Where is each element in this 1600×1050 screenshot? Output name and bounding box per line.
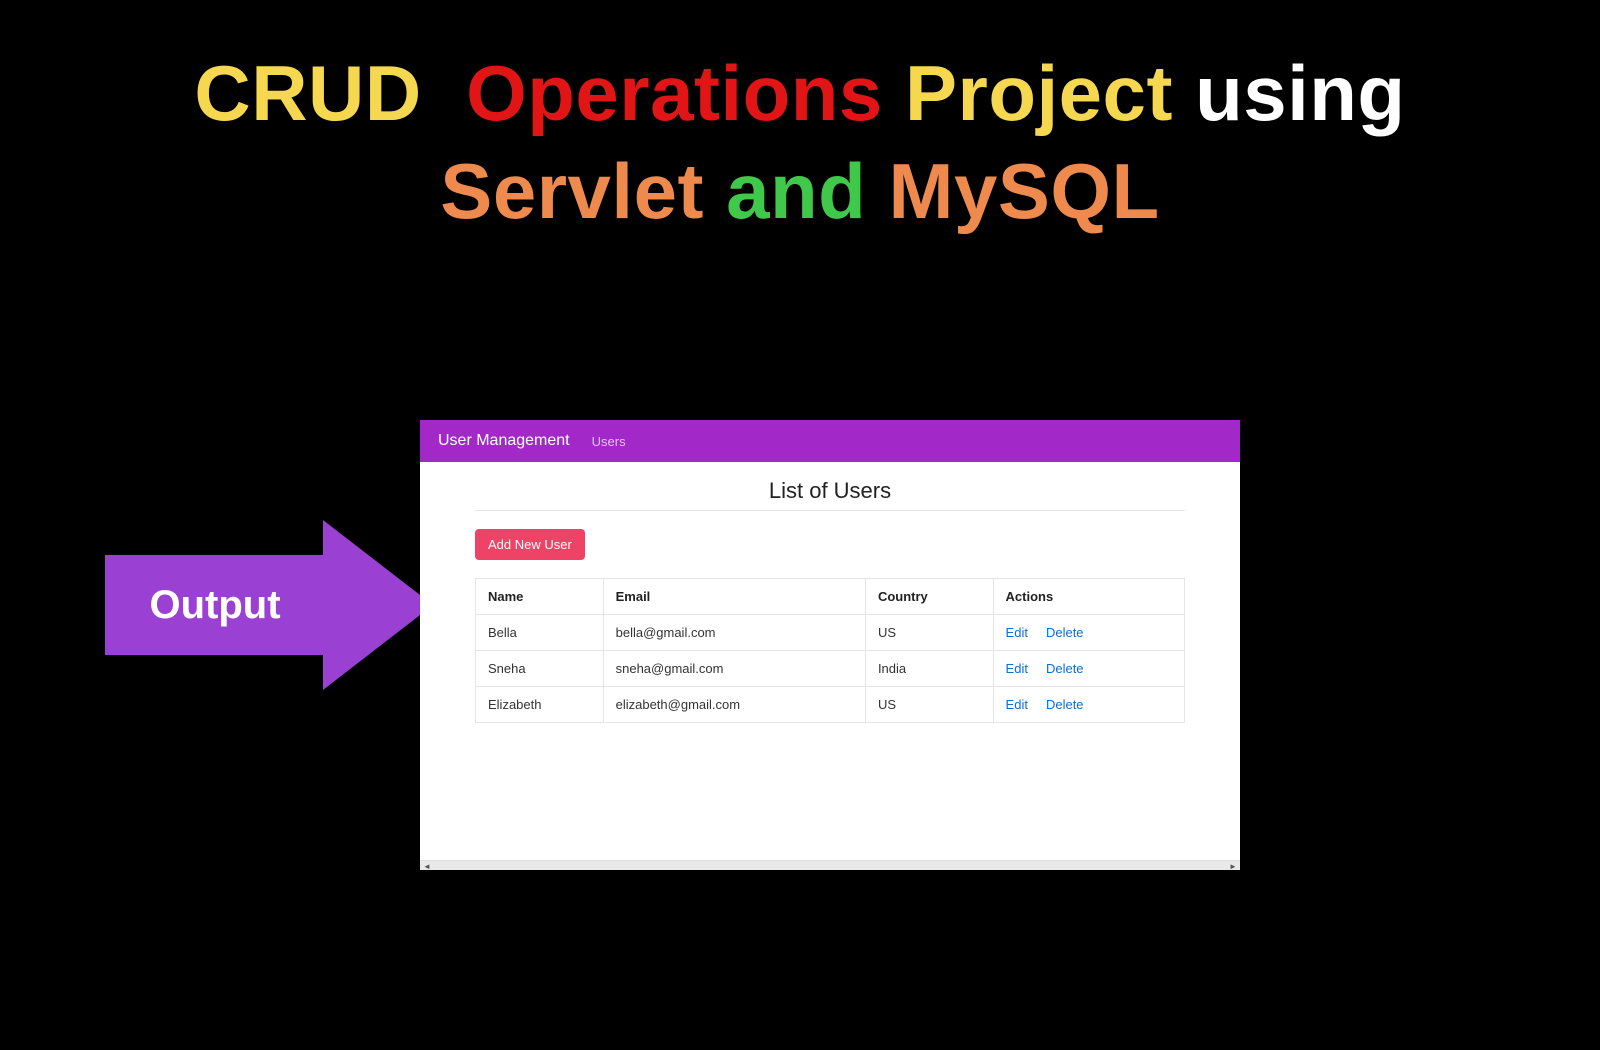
cell-actions: Edit Delete bbox=[993, 615, 1184, 651]
title-word-and: and bbox=[726, 147, 866, 235]
scroll-right-icon[interactable]: ► bbox=[1226, 861, 1240, 871]
col-country: Country bbox=[865, 579, 993, 615]
slide-title: CRUD Operations Project using Servlet an… bbox=[0, 45, 1600, 240]
cell-email: elizabeth@gmail.com bbox=[603, 687, 865, 723]
nav-brand[interactable]: User Management bbox=[438, 432, 570, 450]
title-word-project: Project bbox=[905, 49, 1173, 137]
delete-link[interactable]: Delete bbox=[1046, 697, 1084, 712]
cell-name: Bella bbox=[476, 615, 604, 651]
table-row: Elizabethelizabeth@gmail.comUS Edit Delete bbox=[476, 687, 1185, 723]
table-header-row: Name Email Country Actions bbox=[476, 579, 1185, 615]
arrow-shaft: Output bbox=[105, 555, 325, 655]
users-table: Name Email Country Actions Bellabella@gm… bbox=[475, 578, 1185, 723]
title-word-crud: CRUD bbox=[194, 49, 421, 137]
col-name: Name bbox=[476, 579, 604, 615]
arrow-label: Output bbox=[149, 583, 280, 628]
delete-link[interactable]: Delete bbox=[1046, 625, 1084, 640]
title-word-operations: Operations bbox=[466, 49, 883, 137]
nav-link-users[interactable]: Users bbox=[592, 434, 626, 449]
edit-link[interactable]: Edit bbox=[1006, 697, 1028, 712]
cell-country: US bbox=[865, 615, 993, 651]
cell-actions: Edit Delete bbox=[993, 687, 1184, 723]
cell-name: Sneha bbox=[476, 651, 604, 687]
cell-name: Elizabeth bbox=[476, 687, 604, 723]
horizontal-scrollbar[interactable]: ◄ ► bbox=[420, 860, 1240, 870]
table-row: Bellabella@gmail.comUS Edit Delete bbox=[476, 615, 1185, 651]
scroll-left-icon[interactable]: ◄ bbox=[420, 861, 434, 871]
add-user-button[interactable]: Add New User bbox=[475, 529, 585, 560]
page-title: List of Users bbox=[475, 478, 1185, 504]
delete-link[interactable]: Delete bbox=[1046, 661, 1084, 676]
divider bbox=[475, 510, 1185, 511]
col-email: Email bbox=[603, 579, 865, 615]
navbar: User Management Users bbox=[420, 420, 1240, 462]
cell-email: sneha@gmail.com bbox=[603, 651, 865, 687]
edit-link[interactable]: Edit bbox=[1006, 661, 1028, 676]
title-word-servlet: Servlet bbox=[440, 147, 704, 235]
title-word-using: using bbox=[1195, 49, 1406, 137]
title-word-mysql: MySQL bbox=[888, 147, 1159, 235]
cell-country: India bbox=[865, 651, 993, 687]
output-arrow: Output bbox=[105, 520, 435, 690]
arrow-head-icon bbox=[323, 520, 433, 690]
edit-link[interactable]: Edit bbox=[1006, 625, 1028, 640]
col-actions: Actions bbox=[993, 579, 1184, 615]
page-body: List of Users Add New User Name Email Co… bbox=[420, 462, 1240, 860]
cell-actions: Edit Delete bbox=[993, 651, 1184, 687]
app-window: User Management Users List of Users Add … bbox=[420, 420, 1240, 870]
cell-country: US bbox=[865, 687, 993, 723]
cell-email: bella@gmail.com bbox=[603, 615, 865, 651]
table-row: Snehasneha@gmail.comIndia Edit Delete bbox=[476, 651, 1185, 687]
